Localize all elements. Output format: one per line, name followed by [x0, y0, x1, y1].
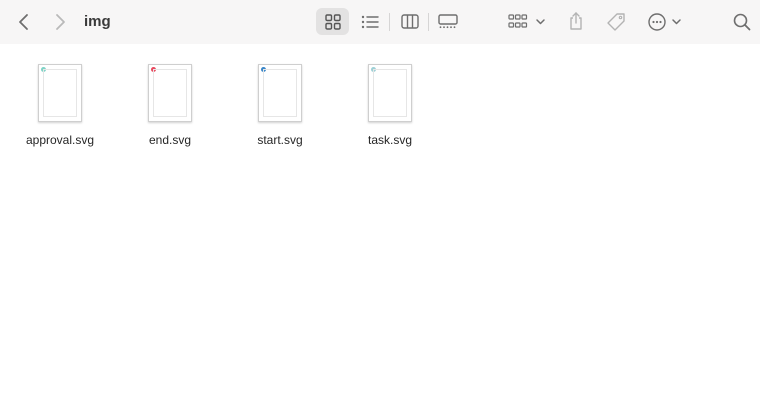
icon-view-button[interactable]: [316, 8, 349, 35]
file-name: approval.svg: [25, 133, 95, 147]
toolbar-divider: [428, 13, 429, 31]
list-view-button[interactable]: [356, 8, 384, 35]
file-name: end.svg: [148, 133, 192, 147]
chevron-left-icon: [19, 14, 28, 30]
columns-icon: [401, 14, 419, 29]
file-item-end[interactable]: end.svg: [120, 44, 220, 147]
toolbar-divider: [389, 13, 390, 31]
svg-file-icon: [258, 64, 302, 122]
column-view-button[interactable]: [396, 8, 424, 35]
svg-file-icon: [38, 64, 82, 122]
search-button[interactable]: [730, 8, 754, 35]
file-name: start.svg: [257, 133, 303, 147]
toolbar: img: [0, 0, 760, 44]
window-title: img: [84, 13, 111, 30]
forward-button[interactable]: [50, 11, 70, 33]
list-icon: [361, 15, 379, 28]
file-grid: approval.svg end.svg start.svg task.svg: [0, 44, 760, 403]
group-grid-icon: [508, 13, 545, 28]
more-actions-button[interactable]: [645, 8, 687, 35]
search-icon: [733, 13, 751, 30]
ellipsis-circle-icon: [648, 12, 681, 31]
svg-file-icon: [148, 64, 192, 122]
file-name: task.svg: [367, 133, 412, 147]
back-button[interactable]: [14, 11, 34, 33]
finder-window: img approval.svg end.svg start.svg task.…: [0, 0, 760, 403]
gallery-view-button[interactable]: [433, 8, 463, 35]
share-icon: [570, 12, 582, 30]
share-button[interactable]: [563, 7, 589, 35]
file-item-start[interactable]: start.svg: [230, 44, 330, 147]
tag-icon: [607, 12, 625, 31]
gallery-icon: [438, 14, 458, 29]
chevron-right-icon: [56, 14, 65, 30]
file-item-task[interactable]: task.svg: [340, 44, 440, 147]
grid-icon: [324, 13, 341, 30]
group-button[interactable]: [506, 8, 550, 35]
svg-file-icon: [368, 64, 412, 122]
tag-button[interactable]: [603, 8, 629, 35]
file-item-approval[interactable]: approval.svg: [10, 44, 110, 147]
